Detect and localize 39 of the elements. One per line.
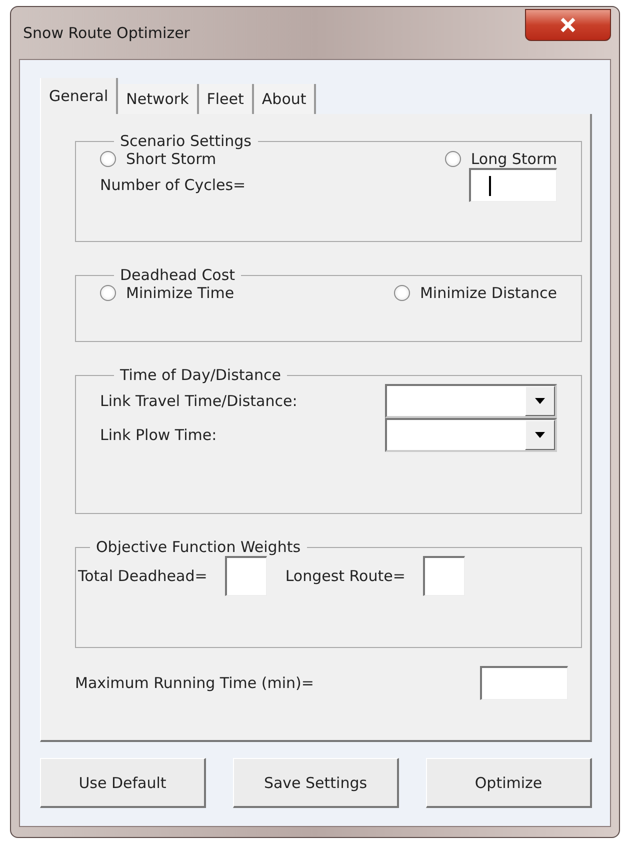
close-button[interactable] — [525, 9, 611, 41]
dialog-button[interactable]: Save Settings — [233, 758, 399, 808]
dropdown[interactable] — [385, 384, 557, 418]
field-label: Maximum Running Time (min)= — [75, 674, 314, 692]
input-field[interactable] — [423, 556, 466, 596]
radio-option[interactable]: Minimize Distance — [394, 284, 557, 302]
radio-option[interactable]: Minimize Time — [100, 284, 234, 302]
group-title: Time of Day/Distance — [119, 366, 282, 384]
radio-option[interactable]: Short Storm — [100, 150, 216, 168]
field-label: Link Plow Time: — [100, 426, 217, 444]
input-field[interactable] — [469, 168, 557, 202]
tab[interactable]: General — [40, 78, 118, 114]
group-title: Deadhead Cost — [119, 266, 236, 284]
dropdown-button[interactable] — [525, 420, 555, 450]
group-title: Objective Function Weights — [95, 538, 302, 556]
radio-button-icon[interactable] — [100, 151, 116, 167]
radio-button-icon[interactable] — [394, 285, 410, 301]
field-label: Longest Route= — [285, 567, 406, 585]
caret-icon — [535, 398, 545, 404]
caret-icon — [535, 432, 545, 438]
dialog-button[interactable]: Use Default — [40, 758, 206, 808]
window-title: Snow Route Optimizer — [22, 24, 190, 42]
tab[interactable]: Network — [118, 84, 199, 114]
field-label: Link Travel Time/Distance: — [100, 392, 298, 410]
field-label: Total Deadhead= — [78, 567, 208, 585]
field-label: Number of Cycles= — [100, 176, 246, 194]
tab[interactable]: Fleet — [198, 84, 254, 114]
radio-button-icon[interactable] — [100, 285, 116, 301]
input-field[interactable] — [480, 666, 568, 700]
group-title: Scenario Settings — [119, 132, 252, 150]
tab[interactable]: About — [254, 84, 316, 114]
input-field[interactable] — [225, 556, 268, 596]
text-cursor-icon — [489, 176, 491, 196]
radio-option[interactable]: Long Storm — [444, 150, 557, 168]
radio-button-icon[interactable] — [444, 151, 461, 167]
close-icon — [559, 17, 577, 33]
dialog-button[interactable]: Optimize — [426, 758, 592, 808]
dropdown-button[interactable] — [525, 386, 555, 416]
dropdown[interactable] — [385, 418, 557, 452]
